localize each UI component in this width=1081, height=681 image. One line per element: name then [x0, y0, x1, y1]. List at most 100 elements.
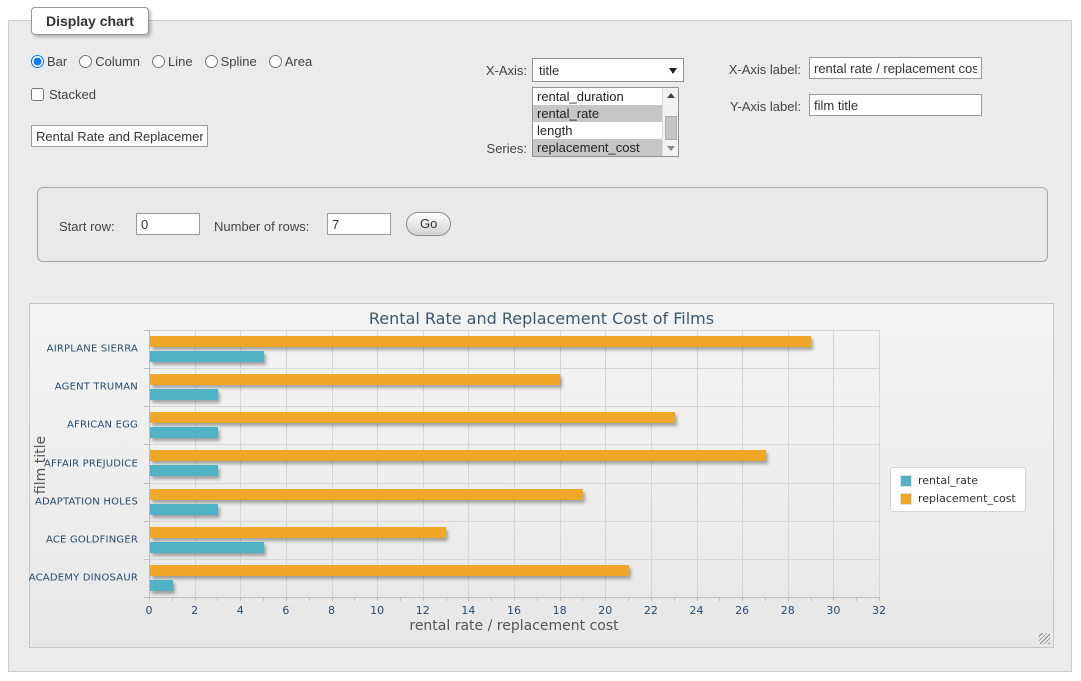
display-chart-fieldset: Display chart BarColumnLineSplineArea St… [8, 20, 1072, 672]
x-tick-label: 0 [146, 604, 153, 617]
category-label: ACE GOLDFINGER [46, 534, 138, 545]
start-row-label: Start row: [59, 219, 115, 234]
gridline [149, 406, 879, 407]
bar-rental_rate [150, 504, 218, 515]
gridline [423, 330, 424, 597]
bar-rental_rate [150, 580, 173, 591]
stacked-label: Stacked [49, 87, 96, 102]
x-tick-label: 20 [598, 604, 612, 617]
chart-type-option-line: Line [152, 54, 193, 69]
category-label: AGENT TRUMAN [55, 382, 138, 393]
bar-rental_rate [150, 542, 264, 553]
scroll-up-button[interactable] [663, 88, 679, 103]
x-tick-label: 6 [282, 604, 289, 617]
go-button[interactable]: Go [406, 212, 451, 236]
x-minor-tick [879, 597, 880, 601]
gridline [605, 330, 606, 597]
x-axis-label-caption: X-Axis label: [709, 62, 801, 77]
series-option-rental_duration[interactable]: rental_duration [533, 88, 662, 105]
x-tick-label: 32 [872, 604, 886, 617]
series-option-replacement_cost[interactable]: replacement_cost [533, 139, 662, 156]
gridline [788, 330, 789, 597]
bar-replacement_cost [150, 489, 583, 500]
gridline [833, 330, 834, 597]
chart-type-radio-column[interactable] [79, 55, 92, 68]
gridline [149, 559, 879, 560]
bar-replacement_cost [150, 374, 560, 385]
gridline [149, 521, 879, 522]
x-tick-label: 26 [735, 604, 749, 617]
bar-replacement_cost [150, 565, 629, 576]
chart-type-radio-bar[interactable] [31, 55, 44, 68]
chevron-down-icon [669, 68, 677, 74]
gridline [651, 330, 652, 597]
start-row-input[interactable] [136, 213, 200, 235]
series-multiselect[interactable]: rental_durationrental_ratelengthreplacem… [532, 87, 679, 157]
legend-item-replacement_cost[interactable]: replacement_cost [900, 492, 1016, 505]
bar-rental_rate [150, 389, 218, 400]
gridline [240, 330, 241, 597]
x-tick-label: 18 [553, 604, 567, 617]
gridline [149, 483, 879, 484]
legend-swatch-replacement_cost [900, 493, 912, 505]
series-option-rental_rate[interactable]: rental_rate [533, 105, 662, 122]
series-scrollbar[interactable] [662, 88, 678, 156]
bar-rental_rate [150, 465, 218, 476]
gridline [149, 368, 879, 369]
app-root: Display chart Bar Column Line Spline Area St… [0, 0, 1081, 681]
chart-type-label: Area [285, 54, 312, 69]
gridline [149, 330, 879, 331]
bar-replacement_cost [150, 527, 446, 538]
legend-swatch-rental_rate [900, 475, 912, 487]
chart-type-radio-line[interactable] [152, 55, 165, 68]
category-label: ADAPTATION HOLES [35, 496, 138, 507]
series-options: rental_durationrental_ratelengthreplacem… [533, 88, 662, 156]
series-select-label: Series: [459, 141, 527, 156]
chart-type-radio-spline[interactable] [205, 55, 218, 68]
gridline [377, 330, 378, 597]
chart-type-label: Line [168, 54, 193, 69]
chart-type-radio-area[interactable] [269, 55, 282, 68]
scroll-up-icon [667, 93, 675, 98]
x-axis-selected-value: title [539, 63, 559, 78]
stacked-checkbox[interactable] [31, 88, 44, 101]
bar-replacement_cost [150, 450, 766, 461]
x-tick-label: 10 [370, 604, 384, 617]
gridline [286, 330, 287, 597]
scroll-down-button[interactable] [663, 141, 679, 156]
chart-title-input[interactable] [31, 125, 208, 147]
num-rows-input[interactable] [327, 213, 391, 235]
chart-type-option-column: Column [79, 54, 140, 69]
x-tick-label: 14 [461, 604, 475, 617]
category-label: AIRPLANE SIERRA [47, 344, 138, 355]
chart-x-axis-title: rental rate / replacement cost [149, 618, 879, 634]
stacked-checkbox-row: Stacked [31, 87, 96, 102]
gridline [697, 330, 698, 597]
x-tick-label: 8 [328, 604, 335, 617]
gridline [514, 330, 515, 597]
x-tick-label: 16 [507, 604, 521, 617]
series-option-length[interactable]: length [533, 122, 662, 139]
scroll-down-icon [667, 146, 675, 151]
chart-canvas: Rental Rate and Replacement Cost of Film… [29, 303, 1054, 648]
chart-type-option-bar: Bar [31, 54, 67, 69]
x-axis-label-input[interactable] [809, 57, 982, 79]
resize-handle-icon[interactable] [1039, 633, 1050, 644]
fieldset-legend: Display chart [31, 7, 149, 35]
chart-type-option-area: Area [269, 54, 312, 69]
chart-type-radios: Bar Column Line Spline Area [31, 54, 320, 69]
y-axis-label-input[interactable] [809, 94, 982, 116]
row-range-panel: Start row: Number of rows: Go [37, 187, 1048, 262]
category-label: ACADEMY DINOSAUR [29, 572, 138, 583]
x-tick-label: 24 [690, 604, 704, 617]
chart-type-label: Bar [47, 54, 67, 69]
chart-type-label: Column [95, 54, 140, 69]
x-tick-label: 22 [644, 604, 658, 617]
gridline [195, 330, 196, 597]
x-axis-select[interactable]: title [532, 58, 684, 82]
chart-type-label: Spline [221, 54, 257, 69]
scrollbar-thumb[interactable] [665, 116, 677, 140]
x-axis-select-label: X-Axis: [464, 63, 527, 78]
category-label: AFRICAN EGG [67, 420, 138, 431]
legend-item-rental_rate[interactable]: rental_rate [900, 474, 1016, 487]
